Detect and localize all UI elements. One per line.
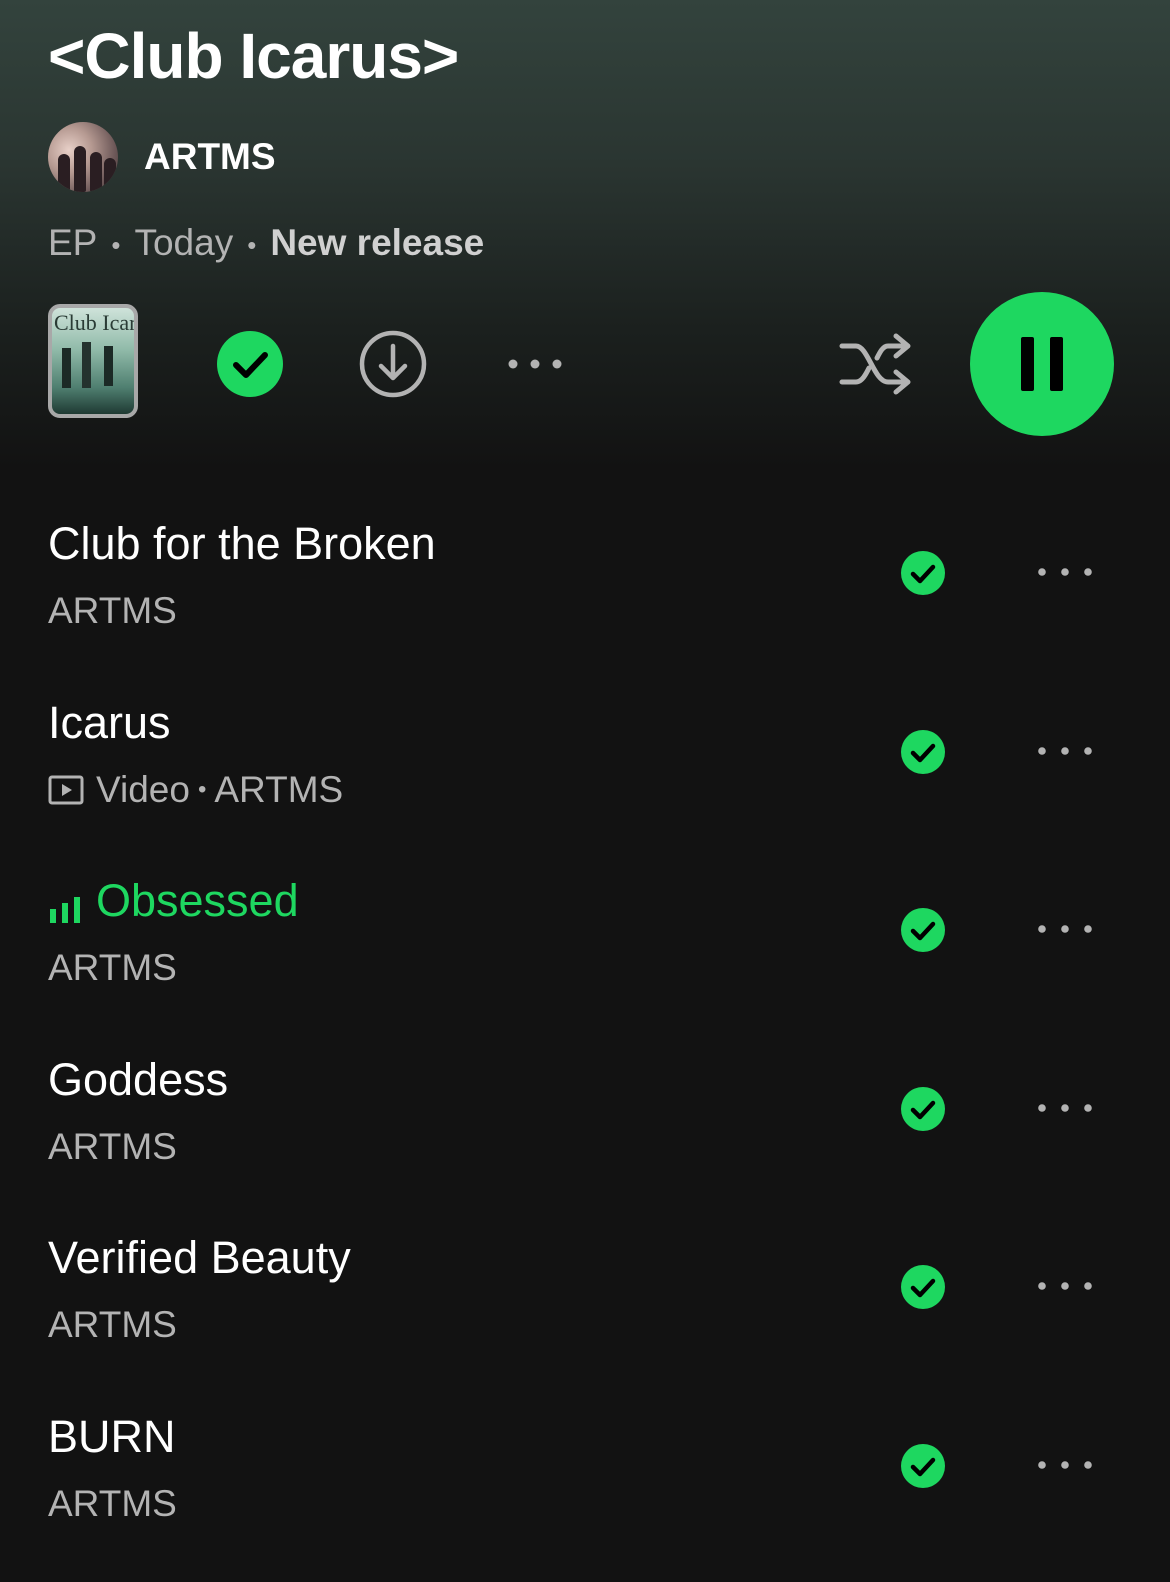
saved-check-icon[interactable] bbox=[900, 550, 946, 596]
pause-button[interactable] bbox=[970, 292, 1114, 436]
track-subtitle: ARTMS bbox=[48, 945, 177, 991]
track-subtitle: Video • ARTMS bbox=[48, 767, 343, 813]
track-row[interactable]: Goddess ARTMS bbox=[0, 1034, 1170, 1214]
saved-check-icon[interactable] bbox=[900, 1443, 946, 1489]
saved-check-icon[interactable] bbox=[900, 1086, 946, 1132]
album-type: EP bbox=[48, 222, 98, 263]
track-title: Club for the Broken bbox=[48, 518, 436, 569]
track-subtitle: ARTMS bbox=[48, 1302, 177, 1348]
saved-check-icon[interactable] bbox=[900, 1264, 946, 1310]
release-tag: New release bbox=[270, 222, 485, 263]
release-date: Today bbox=[134, 222, 234, 263]
meta-separator: • bbox=[247, 230, 257, 261]
track-artist: ARTMS bbox=[48, 947, 177, 988]
track-row[interactable]: Obsessed ARTMS bbox=[0, 855, 1170, 1035]
track-more-options-icon[interactable] bbox=[1034, 1457, 1096, 1473]
track-more-options-icon[interactable] bbox=[1034, 564, 1096, 580]
subtitle-separator: • bbox=[197, 776, 207, 803]
meta-separator: • bbox=[111, 230, 121, 261]
track-more-options-icon[interactable] bbox=[1034, 921, 1096, 937]
album-meta: EP • Today • New release bbox=[48, 220, 484, 268]
now-playing-equalizer-icon bbox=[50, 897, 80, 923]
track-more-options-icon[interactable] bbox=[1034, 1278, 1096, 1294]
artist-name[interactable]: ARTMS bbox=[144, 136, 276, 178]
track-title: BURN bbox=[48, 1411, 176, 1462]
track-row[interactable]: Club for the Broken ARTMS bbox=[0, 498, 1170, 678]
album-title: <Club Icarus> bbox=[48, 20, 459, 92]
video-label: Video bbox=[96, 769, 190, 810]
track-row[interactable]: Verified Beauty ARTMS bbox=[0, 1212, 1170, 1392]
saved-check-icon[interactable] bbox=[900, 907, 946, 953]
track-artist: ARTMS bbox=[48, 590, 177, 631]
track-subtitle: ARTMS bbox=[48, 1481, 177, 1527]
track-artist: ARTMS bbox=[48, 1304, 177, 1345]
artist-row[interactable]: ARTMS bbox=[48, 122, 276, 192]
album-page: <Club Icarus> ARTMS EP • Today • New release… bbox=[0, 0, 1170, 1582]
track-title: Goddess bbox=[48, 1054, 229, 1105]
track-artist: ARTMS bbox=[48, 1483, 177, 1524]
track-title: Icarus bbox=[48, 697, 171, 748]
more-options-icon[interactable] bbox=[500, 344, 570, 384]
track-subtitle: ARTMS bbox=[48, 1124, 177, 1170]
track-more-options-icon[interactable] bbox=[1034, 743, 1096, 759]
artist-avatar[interactable] bbox=[48, 122, 118, 192]
video-icon bbox=[48, 775, 84, 805]
track-artist: ARTMS bbox=[48, 1126, 177, 1167]
track-title: Verified Beauty bbox=[48, 1232, 351, 1283]
track-subtitle: ARTMS bbox=[48, 588, 177, 634]
track-artist: ARTMS bbox=[214, 769, 344, 810]
track-row[interactable]: BURN ARTMS bbox=[0, 1391, 1170, 1571]
pause-icon bbox=[1021, 337, 1063, 391]
track-title: Obsessed bbox=[96, 875, 299, 926]
track-row[interactable]: Icarus Video • ARTMS bbox=[0, 677, 1170, 857]
album-cover-thumbnail[interactable]: Club Icarus bbox=[48, 304, 138, 418]
action-bar: Club Icarus bbox=[0, 292, 1170, 436]
download-icon[interactable] bbox=[357, 328, 429, 400]
track-more-options-icon[interactable] bbox=[1034, 1100, 1096, 1116]
saved-check-icon[interactable] bbox=[216, 330, 284, 398]
saved-check-icon[interactable] bbox=[900, 729, 946, 775]
shuffle-icon[interactable] bbox=[838, 330, 914, 398]
